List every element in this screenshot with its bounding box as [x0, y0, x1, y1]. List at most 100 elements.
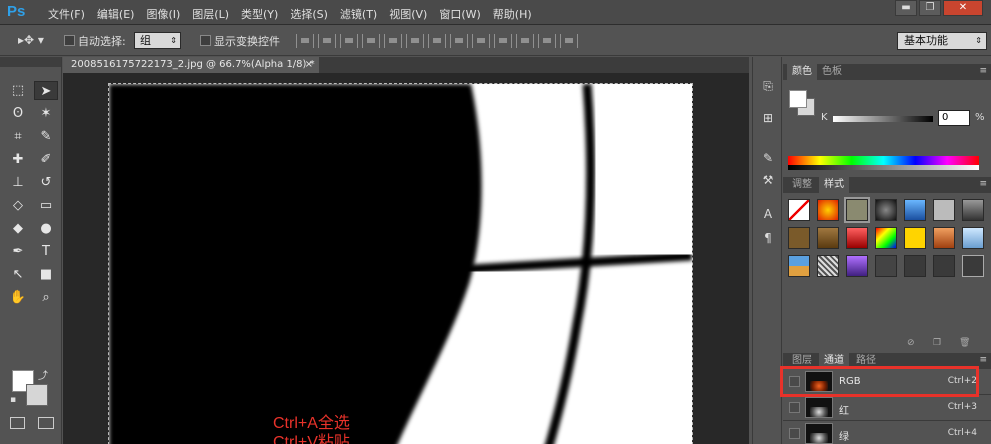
menu-file[interactable]: 文件(F) [42, 6, 91, 22]
visibility-icon[interactable] [789, 428, 800, 439]
menu-type[interactable]: 类型(Y) [235, 6, 284, 22]
auto-select-checkbox[interactable] [64, 35, 75, 46]
document-tab[interactable]: 2008516175722173_2.jpg @ 66.7%(Alpha 1/8… [63, 57, 319, 73]
auto-align-icon[interactable] [560, 34, 578, 48]
hand-tool-icon[interactable]: ✋ [6, 288, 30, 307]
history-icon[interactable]: ⎘ [759, 77, 777, 95]
style-swatch[interactable] [904, 227, 926, 249]
style-swatch[interactable] [904, 255, 926, 277]
panel-menu-icon[interactable]: ≡ [979, 179, 987, 189]
crop-tool-icon[interactable]: ⌗ [6, 127, 30, 146]
restore-button[interactable]: ❐ [919, 0, 941, 16]
color-panel-foreground-swatch[interactable] [789, 90, 807, 108]
tool-presets-icon[interactable]: ⚒ [759, 171, 777, 189]
color-ramp[interactable] [788, 156, 979, 170]
clear-style-icon[interactable]: ⊘ [907, 338, 915, 348]
delete-style-icon[interactable]: 🗑 [959, 338, 970, 348]
toolbox-header[interactable] [0, 57, 61, 67]
style-swatch[interactable] [788, 227, 810, 249]
channel-row-green[interactable]: 绿 Ctrl+4 [783, 421, 991, 444]
document-canvas[interactable]: Ctrl+A全选 Ctrl+V粘贴 [108, 83, 693, 444]
background-color-swatch[interactable] [26, 384, 48, 406]
paragraph-icon[interactable]: ¶ [759, 229, 777, 247]
minimize-button[interactable]: ▬ [895, 0, 917, 16]
menu-filter[interactable]: 滤镜(T) [334, 6, 383, 22]
style-swatch[interactable] [933, 199, 955, 221]
tab-styles[interactable]: 样式 [819, 177, 849, 193]
menu-view[interactable]: 视图(V) [383, 6, 433, 22]
menu-edit[interactable]: 编辑(E) [91, 6, 141, 22]
properties-icon[interactable]: ⊞ [759, 109, 777, 127]
type-tool-icon[interactable]: T [34, 242, 58, 261]
lasso-tool-icon[interactable]: ʘ [6, 104, 30, 123]
k-slider[interactable] [833, 116, 933, 122]
menu-window[interactable]: 窗口(W) [433, 6, 486, 22]
distribute-hcenter-icon[interactable] [516, 34, 534, 48]
new-style-icon[interactable]: ❐ [933, 338, 941, 348]
eyedropper-tool-icon[interactable]: ✎ [34, 127, 58, 146]
pen-tool-icon[interactable]: ✒ [6, 242, 30, 261]
move-tool-icon[interactable]: ➤ [34, 81, 58, 100]
visibility-icon[interactable] [789, 402, 800, 413]
style-swatch[interactable] [817, 227, 839, 249]
panel-menu-icon[interactable]: ≡ [979, 66, 987, 76]
style-swatch[interactable] [962, 227, 984, 249]
style-swatch[interactable] [788, 199, 810, 221]
quick-mask-icon[interactable] [10, 417, 25, 429]
shape-tool-icon[interactable]: ■ [34, 265, 58, 284]
tab-swatches[interactable]: 色板 [817, 64, 847, 80]
align-hcenter-icon[interactable] [384, 34, 402, 48]
style-swatch[interactable] [933, 227, 955, 249]
path-selection-tool-icon[interactable]: ↖ [6, 265, 30, 284]
distribute-bottom-icon[interactable] [472, 34, 490, 48]
align-top-icon[interactable] [296, 34, 314, 48]
close-tab-icon[interactable]: × [305, 57, 313, 73]
menu-layer[interactable]: 图层(L) [186, 6, 235, 22]
magic-wand-tool-icon[interactable]: ✶ [34, 104, 58, 123]
style-swatch[interactable] [962, 199, 984, 221]
style-swatch[interactable] [844, 197, 870, 223]
style-swatch[interactable] [817, 199, 839, 221]
brush-tool-icon[interactable]: ✐ [34, 150, 58, 169]
distribute-right-icon[interactable] [538, 34, 556, 48]
panel-menu-icon[interactable]: ≡ [979, 355, 987, 365]
history-brush-tool-icon[interactable]: ↺ [34, 173, 58, 192]
align-left-icon[interactable] [362, 34, 380, 48]
workspace-dropdown[interactable]: 基本功能 ⇕ [897, 32, 987, 50]
zoom-tool-icon[interactable]: ⌕ [34, 288, 58, 307]
character-icon[interactable]: A [759, 205, 777, 223]
align-right-icon[interactable] [406, 34, 424, 48]
gradient-tool-icon[interactable]: ▭ [34, 196, 58, 215]
eraser-tool-icon[interactable]: ◇ [6, 196, 30, 215]
dodge-tool-icon[interactable]: ● [34, 219, 58, 238]
screen-mode-icon[interactable] [38, 417, 54, 429]
k-value-input[interactable]: 0 [938, 110, 970, 126]
tab-color[interactable]: 颜色 [787, 64, 817, 80]
swap-colors-icon[interactable]: ⤴ [38, 367, 48, 382]
menu-image[interactable]: 图像(I) [140, 6, 186, 22]
menu-help[interactable]: 帮助(H) [487, 6, 538, 22]
blur-tool-icon[interactable]: ◆ [6, 219, 30, 238]
distribute-top-icon[interactable] [428, 34, 446, 48]
style-swatch[interactable] [875, 199, 897, 221]
style-swatch[interactable] [933, 255, 955, 277]
style-swatch[interactable] [962, 255, 984, 277]
align-vcenter-icon[interactable] [318, 34, 336, 48]
tab-adjustments[interactable]: 调整 [787, 177, 817, 193]
auto-select-dropdown[interactable]: 组 ⇕ [134, 32, 181, 49]
healing-brush-tool-icon[interactable]: ✚ [6, 150, 30, 169]
distribute-vcenter-icon[interactable] [450, 34, 468, 48]
style-swatch[interactable] [846, 227, 868, 249]
distribute-left-icon[interactable] [494, 34, 512, 48]
default-colors-icon[interactable]: ▪ [10, 395, 16, 405]
close-button[interactable]: ✕ [943, 0, 983, 16]
clone-stamp-tool-icon[interactable]: ⊥ [6, 173, 30, 192]
style-swatch[interactable] [846, 255, 868, 277]
style-swatch[interactable] [875, 227, 897, 249]
marquee-tool-icon[interactable]: ⬚ [6, 81, 30, 100]
align-bottom-icon[interactable] [340, 34, 358, 48]
show-transform-checkbox[interactable] [200, 35, 211, 46]
channel-row-red[interactable]: 红 Ctrl+3 [783, 395, 991, 421]
brush-presets-icon[interactable]: ✎ [759, 149, 777, 167]
style-swatch[interactable] [788, 255, 810, 277]
